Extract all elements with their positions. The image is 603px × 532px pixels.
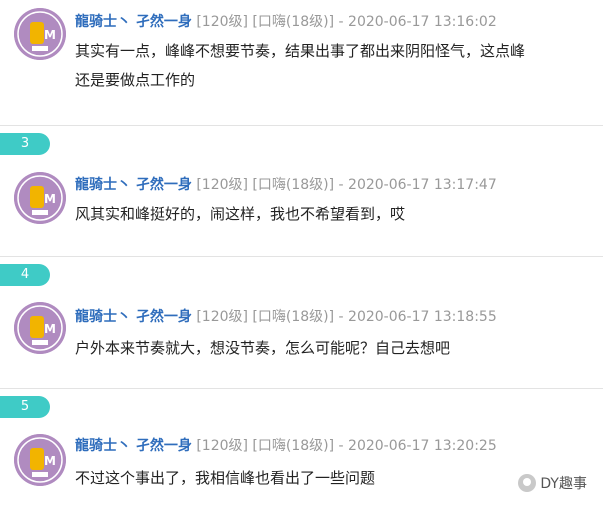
divider — [0, 256, 603, 257]
comment-item: M 龍骑士丶 孑然一身 [120级] [口嗨(18级)] - 2020-06-1… — [0, 0, 603, 112]
divider — [0, 125, 603, 126]
svg-text:M: M — [44, 322, 56, 336]
comment-meta: 龍骑士丶 孑然一身 [120级] [口嗨(18级)] - 2020-06-17 … — [75, 437, 497, 455]
avatar[interactable]: M — [14, 172, 66, 224]
comment-item: M 龍骑士丶 孑然一身 [120级] [口嗨(18级)] - 2020-06-1… — [0, 290, 603, 402]
comment-item: M 龍骑士丶 孑然一身 [120级] [口嗨(18级)] - 2020-06-1… — [0, 420, 603, 532]
svg-text:M: M — [44, 192, 56, 206]
floor-number-badge: 3 — [0, 133, 50, 155]
svg-text:M: M — [44, 28, 56, 42]
timestamp: - 2020-06-17 13:18:55 — [338, 309, 497, 325]
comment-meta: 龍骑士丶 孑然一身 [120级] [口嗨(18级)] - 2020-06-17 … — [75, 176, 497, 194]
comment-meta: 龍骑士丶 孑然一身 [120级] [口嗨(18级)] - 2020-06-17 … — [75, 13, 497, 31]
comment-text-line: 户外本来节奏就大，想没节奏，怎么可能呢？自己去想吧 — [75, 339, 451, 357]
comment-text: 户外本来节奏就大，想没节奏，怎么可能呢？自己去想吧 — [75, 334, 585, 363]
avatar[interactable]: M — [14, 302, 66, 354]
svg-text:M: M — [44, 454, 56, 468]
comment-text-line: 风其实和峰挺好的，闹这样，我也不希望看到，哎 — [75, 205, 406, 223]
comment-meta: 龍骑士丶 孑然一身 [120级] [口嗨(18级)] - 2020-06-17 … — [75, 308, 497, 326]
avatar[interactable]: M — [14, 434, 66, 486]
comment-text-line: 其实有一点，峰峰不想要节奏，结果出事了都出来阴阳怪气，这点峰 — [75, 42, 526, 60]
timestamp: - 2020-06-17 13:16:02 — [338, 14, 497, 30]
user-level: [120级] [口嗨(18级)] — [196, 14, 335, 30]
username-link[interactable]: 龍骑士丶 孑然一身 — [75, 309, 192, 325]
user-level: [120级] [口嗨(18级)] — [196, 438, 335, 454]
user-level: [120级] [口嗨(18级)] — [196, 309, 335, 325]
floor-number-badge: 4 — [0, 264, 50, 286]
divider — [0, 388, 603, 389]
watermark-label: DY趣事 — [540, 476, 587, 492]
comment-text: 风其实和峰挺好的，闹这样，我也不希望看到，哎 — [75, 200, 585, 229]
wechat-icon — [518, 474, 537, 492]
watermark: DY趣事 — [518, 473, 587, 493]
timestamp: - 2020-06-17 13:20:25 — [338, 438, 497, 454]
username-link[interactable]: 龍骑士丶 孑然一身 — [75, 438, 192, 454]
avatar[interactable]: M — [14, 8, 66, 60]
comment-text: 不过这个事出了，我相信峰也看出了一些问题 — [75, 464, 585, 493]
timestamp: - 2020-06-17 13:17:47 — [338, 177, 497, 193]
floor-number-badge: 5 — [0, 396, 50, 418]
comment-text: 其实有一点，峰峰不想要节奏，结果出事了都出来阴阳怪气，这点峰 还是要做点工作的 — [75, 37, 585, 95]
username-link[interactable]: 龍骑士丶 孑然一身 — [75, 14, 192, 30]
user-level: [120级] [口嗨(18级)] — [196, 177, 335, 193]
username-link[interactable]: 龍骑士丶 孑然一身 — [75, 177, 192, 193]
comment-text-line: 还是要做点工作的 — [75, 71, 196, 89]
comment-text-line: 不过这个事出了，我相信峰也看出了一些问题 — [75, 469, 376, 487]
